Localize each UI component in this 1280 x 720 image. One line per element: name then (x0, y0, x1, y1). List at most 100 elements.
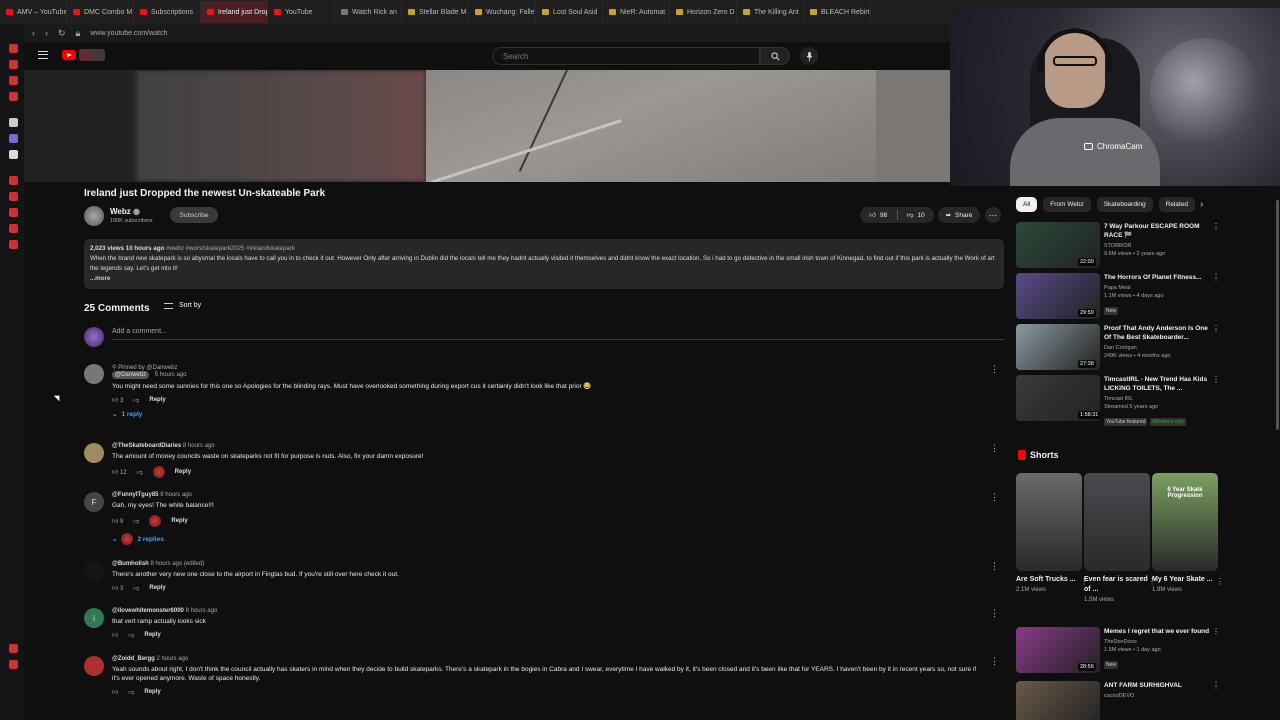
short-card[interactable]: Are Soft Trucks ... 2.1M views ⋮ (1016, 473, 1088, 593)
sidebar-app-icon[interactable] (9, 660, 18, 669)
browser-tab[interactable]: Horizon Zero D (670, 1, 737, 23)
browser-tab[interactable]: Wuchang: Falle (469, 1, 536, 23)
short-thumbnail[interactable] (1016, 473, 1082, 571)
short-title[interactable]: Are Soft Trucks ... (1016, 575, 1082, 585)
video-menu-icon[interactable]: ⋮ (1212, 324, 1220, 333)
browser-tab[interactable]: AMV – YouTube (0, 1, 67, 23)
reply-button[interactable]: Reply (149, 397, 165, 403)
comment-like-button[interactable]: 👍︎ 12 (112, 468, 127, 476)
video-channel[interactable]: Papa Meat (1104, 285, 1210, 291)
comment-author[interactable]: @TheSkateboardDiaries (112, 443, 181, 449)
video-channel[interactable]: STORROR (1104, 243, 1210, 249)
add-comment-input[interactable]: Add a comment... (112, 328, 1004, 340)
short-title[interactable]: My 6 Year Skate ... (1152, 575, 1218, 585)
recommended-video[interactable]: 28:56 Memes I regret that we ever found Th… (1016, 627, 1220, 673)
reply-button[interactable]: Reply (175, 469, 191, 475)
comment-menu-icon[interactable]: ⋮ (990, 364, 999, 375)
sidebar-app-icon[interactable] (9, 192, 18, 201)
browser-tab[interactable]: The Killing Ant (737, 1, 804, 23)
comment-avatar[interactable]: F (84, 492, 104, 512)
youtube-logo-icon[interactable] (62, 50, 76, 60)
reply-button[interactable]: Reply (149, 585, 165, 591)
like-button[interactable]: 👍︎ 98 (860, 211, 897, 220)
comment-time[interactable]: 5 hours ago (155, 372, 187, 378)
browser-tab[interactable]: DMC Combo M (67, 1, 134, 23)
video-description[interactable]: 2,023 views 10 hours ago #webz #worstska… (84, 239, 1004, 289)
recommended-video[interactable]: 29:59 The Horrors Of Planet Fitness... Pap… (1016, 273, 1220, 319)
search-input[interactable]: Search (492, 47, 760, 65)
sidebar-app-icon[interactable] (9, 76, 18, 85)
short-thumbnail[interactable] (1084, 473, 1150, 571)
view-replies-button[interactable]: ⌄ 2 replies (112, 533, 982, 545)
filter-chip[interactable]: All (1016, 197, 1038, 212)
sidebar-app-icon[interactable] (9, 92, 18, 101)
short-card[interactable]: Even fear is scared of ... 1.5M views ⋮ (1084, 473, 1156, 603)
comment-author[interactable]: @Bumholish (112, 561, 149, 567)
comment-time[interactable]: 8 hours ago (160, 492, 192, 498)
recommended-video[interactable]: 1:58:31 TimcastIRL - New Trend Has Kids L… (1016, 375, 1220, 426)
video-title[interactable]: The Horrors Of Planet Fitness... (1104, 273, 1210, 282)
comment-menu-icon[interactable]: ⋮ (990, 608, 999, 619)
sidebar-app-icon[interactable] (9, 118, 18, 127)
comment-menu-icon[interactable]: ⋮ (990, 492, 999, 503)
video-title[interactable]: TimcastIRL - New Trend Has Kids LICKING … (1104, 375, 1210, 393)
comment-avatar[interactable] (84, 364, 104, 384)
video-title[interactable]: ANT FARM SURHIGHVAL (1104, 681, 1210, 690)
video-channel[interactable]: TheDooDooo (1104, 639, 1210, 645)
sidebar-app-icon[interactable] (9, 44, 18, 53)
settings-icon[interactable] (9, 240, 18, 249)
reply-button[interactable]: Reply (144, 632, 160, 638)
sort-by-button[interactable]: Sort by (164, 302, 201, 309)
share-button[interactable]: ➦ Share (938, 207, 980, 223)
comment-avatar[interactable] (84, 656, 104, 676)
forward-icon[interactable]: › (45, 28, 48, 38)
dislike-button[interactable]: 👎︎ 10 (898, 211, 935, 220)
thumbs-down-icon[interactable]: 👎︎ (128, 631, 134, 639)
thumbs-down-icon[interactable]: 👎︎ (128, 688, 134, 696)
voice-search-button[interactable] (800, 47, 818, 65)
url-text[interactable]: www.youtube.com/watch (90, 30, 167, 37)
video-menu-icon[interactable]: ⋮ (1212, 375, 1220, 384)
short-card[interactable]: 6 Year Skate Progression My 6 Year Skate … (1152, 473, 1224, 593)
address-bar[interactable]: ‹ › ↻ 🔒︎ www.youtube.com/watch (24, 24, 950, 42)
comment-like-button[interactable]: 👍︎ (112, 688, 118, 696)
filter-chip[interactable]: From Webz (1043, 197, 1091, 212)
sidebar-app-icon[interactable] (9, 208, 18, 217)
sidebar-app-icon[interactable] (9, 176, 18, 185)
video-channel[interactable]: Timcast IRL (1104, 396, 1210, 402)
comment-menu-icon[interactable]: ⋮ (990, 656, 999, 667)
browser-tab[interactable]: Subscriptions (134, 1, 201, 23)
video-channel[interactable]: cacooDEVO (1104, 693, 1210, 699)
chevron-right-icon[interactable]: › (1200, 199, 1203, 210)
comment-time[interactable]: 8 hours ago (183, 443, 215, 449)
comment-author[interactable]: @ilovewhitemonster6000 (112, 608, 184, 614)
more-actions-button[interactable]: ⋯ (985, 207, 1001, 223)
video-thumbnail[interactable] (1016, 681, 1100, 720)
video-title[interactable]: 7 Way Parkour ESCAPE ROOM RACE 🏁 (1104, 222, 1210, 240)
comment-like-button[interactable]: 👍︎ (112, 631, 118, 639)
recommended-video[interactable]: ANT FARM SURHIGHVAL cacooDEVO ⋮ (1016, 681, 1220, 720)
filter-chip[interactable]: Skateboarding (1096, 197, 1153, 212)
recommended-video[interactable]: 27:38 Proof That Andy Anderson Is One Of … (1016, 324, 1220, 370)
browser-tab[interactable]: YouTube (268, 1, 335, 23)
browser-tab[interactable]: NieR: Automat (603, 1, 670, 23)
thumbs-down-icon[interactable]: 👎︎ (137, 468, 143, 476)
video-title[interactable]: Memes I regret that we ever found (1104, 627, 1210, 636)
browser-tab[interactable]: Lost Soul Asid (536, 1, 603, 23)
comment-avatar[interactable]: i (84, 608, 104, 628)
short-title[interactable]: Even fear is scared of ... (1084, 575, 1150, 595)
comment-author[interactable]: @Zoidd_Bergg (112, 656, 155, 662)
browser-tab[interactable]: BLEACH Rebirt (804, 1, 871, 23)
comment-avatar[interactable] (84, 443, 104, 463)
short-thumbnail[interactable]: 6 Year Skate Progression (1152, 473, 1218, 571)
comment-like-button[interactable]: 👍︎ 3 (112, 584, 123, 592)
reply-button[interactable]: Reply (171, 518, 187, 524)
browser-tab[interactable]: Watch Rick an (335, 1, 402, 23)
video-menu-icon[interactable]: ⋮ (1212, 681, 1220, 690)
back-icon[interactable]: ‹ (32, 28, 35, 38)
video-menu-icon[interactable]: ⋮ (1212, 222, 1220, 231)
browser-tab[interactable]: Ireland just Dropped (201, 1, 268, 23)
thumbs-down-icon[interactable]: 👎︎ (133, 584, 139, 592)
comment-author[interactable]: @FunnyITguy85 (112, 492, 159, 498)
video-channel[interactable]: Dan Corrigan (1104, 345, 1210, 351)
